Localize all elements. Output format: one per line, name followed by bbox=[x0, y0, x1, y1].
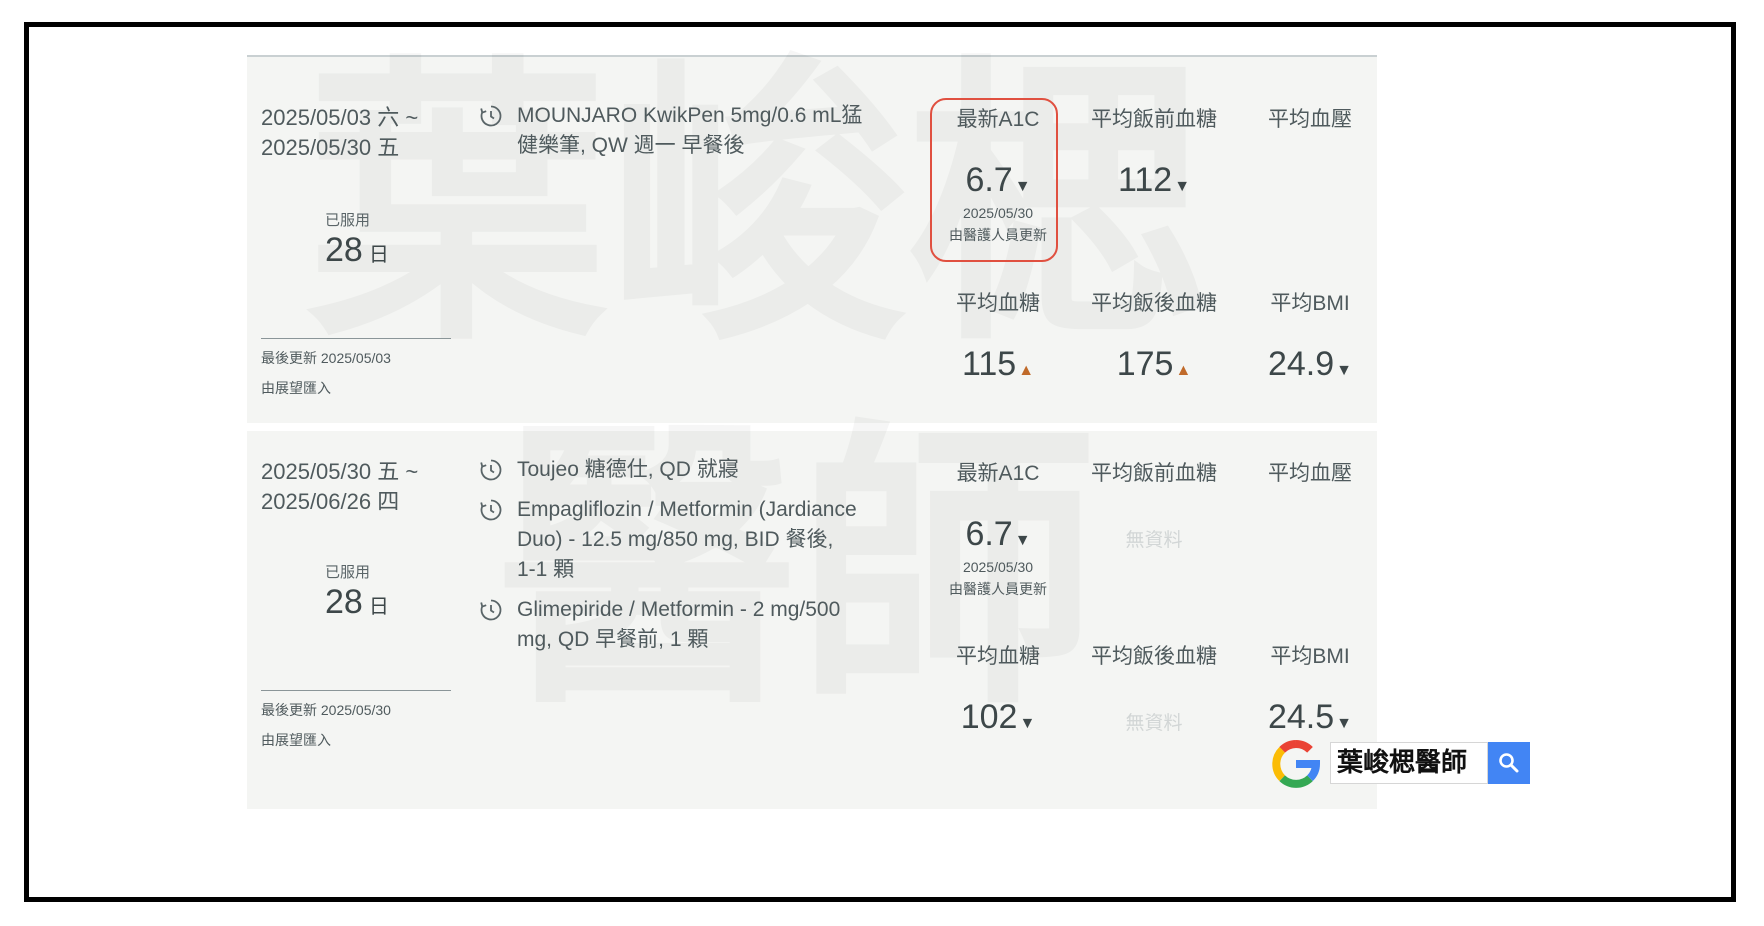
update-meta: 最後更新 2025/05/03 由展望匯入 bbox=[261, 343, 391, 403]
stat-number: 102 bbox=[960, 698, 1018, 736]
taken-days-unit: 日 bbox=[368, 244, 389, 266]
stat-label: 平均飯後血糖 bbox=[1091, 292, 1217, 315]
import-source: 由展望匯入 bbox=[261, 380, 331, 396]
last-update: 最後更新 2025/05/30 bbox=[261, 702, 391, 718]
stat-label: 平均血壓 bbox=[1268, 108, 1352, 131]
google-logo-icon bbox=[1272, 740, 1321, 788]
stat-label: 平均血糖 bbox=[956, 292, 1040, 315]
clock-history-icon bbox=[480, 599, 502, 621]
stat-bp: 平均血壓 bbox=[1245, 103, 1375, 133]
stat-label: 平均血壓 bbox=[1268, 462, 1352, 485]
stat-value: 102 ▼ bbox=[933, 698, 1063, 737]
search-button[interactable] bbox=[1488, 742, 1530, 784]
record-card: 醫師 2025/05/30 五 ~ 2025/06/26 四 已服用 28日 最… bbox=[247, 431, 1377, 809]
medication-line: 健樂筆, QW 週一 早餐後 bbox=[517, 134, 745, 157]
trend-up-icon: ▲ bbox=[1018, 362, 1035, 379]
medication-item: Glimepiride / Metformin - 2 mg/500 mg, Q… bbox=[479, 595, 899, 655]
medication-item: Toujeo 糖德仕, QD 就寢 bbox=[479, 455, 899, 485]
medication-list: MOUNJARO KwikPen 5mg/0.6 mL猛 健樂筆, QW 週一 … bbox=[479, 101, 899, 171]
stat-value: 24.9 ▼ bbox=[1245, 345, 1375, 384]
stat-label: 平均飯前血糖 bbox=[1091, 462, 1217, 485]
medication-line: Empagliflozin / Metformin (Jardiance bbox=[517, 498, 857, 521]
medication-item: Empagliflozin / Metformin (Jardiance Duo… bbox=[479, 495, 899, 585]
stat-value: 115 ▲ bbox=[933, 345, 1063, 384]
divider bbox=[261, 690, 451, 691]
clock-history-icon bbox=[480, 459, 502, 481]
stat-number: 112 bbox=[1117, 161, 1173, 199]
stat-postmeal: 平均飯後血糖 無資料 bbox=[1089, 640, 1219, 735]
stat-bmi: 平均BMI 24.9 ▼ bbox=[1245, 287, 1375, 384]
taken-days: 28 日 bbox=[325, 231, 389, 270]
taken-days-unit: 日 bbox=[368, 596, 389, 618]
trend-down-icon: ▼ bbox=[1019, 715, 1036, 732]
import-source: 由展望匯入 bbox=[261, 732, 331, 748]
stat-bp: 平均血壓 bbox=[1245, 457, 1375, 487]
taken-label: 已服用 bbox=[325, 564, 371, 581]
medication-line: 1-1 顆 bbox=[517, 558, 575, 581]
stat-label: 平均血糖 bbox=[956, 645, 1040, 668]
trend-down-icon: ▼ bbox=[1336, 715, 1353, 732]
clock-history-icon bbox=[480, 105, 502, 127]
stat-number: 24.9 bbox=[1267, 345, 1335, 383]
stat-note: 由醫護人員更新 bbox=[949, 581, 1047, 597]
stat-value: 24.5 ▼ bbox=[1245, 698, 1375, 737]
stat-value: 6.7 ▼ bbox=[933, 515, 1063, 554]
last-update: 最後更新 2025/05/03 bbox=[261, 350, 391, 366]
stat-value: 175 ▲ bbox=[1089, 345, 1219, 384]
period-start: 2025/05/30 五 ~ bbox=[261, 459, 419, 484]
stat-value: 112 ▼ bbox=[1089, 161, 1219, 200]
stat-number: 24.5 bbox=[1267, 698, 1335, 736]
divider bbox=[261, 338, 451, 339]
update-meta: 最後更新 2025/05/30 由展望匯入 bbox=[261, 695, 391, 755]
medication-line: Duo) - 12.5 mg/850 mg, BID 餐後, bbox=[517, 528, 834, 551]
clock-history-icon bbox=[480, 499, 502, 521]
taken-days-value: 28 bbox=[325, 231, 363, 269]
stat-label: 最新A1C bbox=[956, 462, 1040, 485]
stat-number: 6.7 bbox=[965, 515, 1013, 553]
record-card: 葉峻楒 2025/05/03 六 ~ 2025/05/30 五 已服用 28日 … bbox=[247, 57, 1377, 423]
medication-item: MOUNJARO KwikPen 5mg/0.6 mL猛 健樂筆, QW 週一 … bbox=[479, 101, 899, 161]
period-start: 2025/05/03 六 ~ bbox=[261, 105, 419, 130]
stat-bmi: 平均BMI 24.5 ▼ bbox=[1245, 640, 1375, 737]
stat-label: 平均BMI bbox=[1270, 645, 1350, 668]
taken-days: 28 日 bbox=[325, 583, 389, 622]
stat-glucose: 平均血糖 115 ▲ bbox=[933, 287, 1063, 384]
search-query-box[interactable]: 葉峻楒醫師 bbox=[1330, 742, 1488, 784]
stat-label: 平均飯前血糖 bbox=[1091, 108, 1217, 131]
trend-down-icon: ▼ bbox=[1336, 362, 1353, 379]
trend-down-icon: ▼ bbox=[1014, 532, 1031, 549]
stat-fasting: 平均飯前血糖 無資料 bbox=[1089, 457, 1219, 552]
stat-glucose: 平均血糖 102 ▼ bbox=[933, 640, 1063, 737]
period-end: 2025/05/30 五 bbox=[261, 135, 400, 160]
stat-nodata: 無資料 bbox=[1125, 713, 1183, 734]
trend-up-icon: ▲ bbox=[1175, 362, 1192, 379]
stat-label: 平均飯後血糖 bbox=[1091, 645, 1217, 668]
stat-a1c: 最新A1C 6.7 ▼ 2025/05/30 由醫護人員更新 bbox=[933, 457, 1063, 600]
medication-line: Glimepiride / Metformin - 2 mg/500 bbox=[517, 598, 841, 621]
google-search-badge[interactable]: 葉峻楒醫師 bbox=[1268, 736, 1536, 792]
stat-nodata: 無資料 bbox=[1125, 530, 1183, 551]
medication-line: Toujeo 糖德仕, QD 就寢 bbox=[517, 458, 739, 481]
record-period: 2025/05/30 五 ~ 2025/06/26 四 bbox=[261, 457, 418, 517]
stat-fasting: 平均飯前血糖 112 ▼ bbox=[1089, 103, 1219, 200]
taken-days-value: 28 bbox=[325, 583, 363, 621]
period-end: 2025/06/26 四 bbox=[261, 489, 400, 514]
medication-line: mg, QD 早餐前, 1 顆 bbox=[517, 628, 709, 651]
stat-date: 2025/05/30 bbox=[962, 559, 1034, 575]
stat-postmeal: 平均飯後血糖 175 ▲ bbox=[1089, 287, 1219, 384]
a1c-highlight-box bbox=[930, 98, 1058, 262]
medication-line: MOUNJARO KwikPen 5mg/0.6 mL猛 bbox=[517, 104, 863, 127]
stat-number: 175 bbox=[1116, 345, 1174, 383]
trend-down-icon: ▼ bbox=[1174, 178, 1191, 195]
stat-label: 平均BMI bbox=[1270, 292, 1350, 315]
search-icon bbox=[1499, 753, 1519, 773]
stat-number: 115 bbox=[961, 345, 1017, 383]
taken-label: 已服用 bbox=[325, 212, 371, 229]
medication-list: Toujeo 糖德仕, QD 就寢 Empagliflozin / Metfor… bbox=[479, 455, 899, 665]
record-period: 2025/05/03 六 ~ 2025/05/30 五 bbox=[261, 103, 418, 163]
